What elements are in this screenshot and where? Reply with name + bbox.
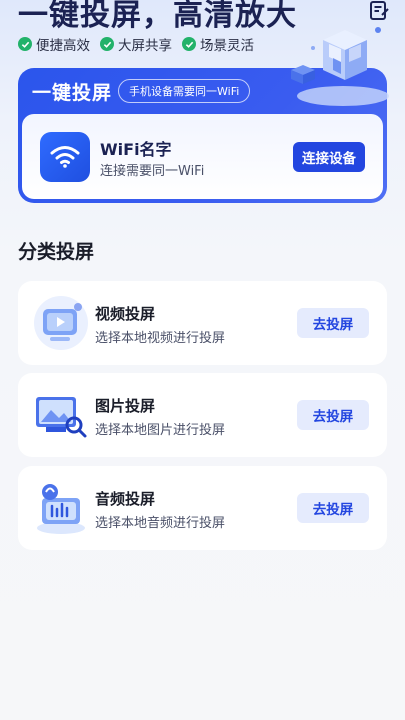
category-title: 音频投屏 — [95, 490, 156, 508]
feature-list: 便捷高效 大屏共享 场景灵活 — [18, 34, 254, 54]
cast-cube-illustration — [283, 18, 393, 110]
wifi-name: WiFi名字 — [100, 140, 172, 159]
feature-item: 便捷高效 — [18, 34, 90, 54]
wifi-panel: WiFi名字 连接需要同一WiFi 连接设备 — [22, 114, 383, 199]
hero-title: 一键投屏，高清放大 — [18, 0, 297, 33]
check-icon — [18, 37, 32, 51]
wifi-subtitle: 连接需要同一WiFi — [100, 164, 205, 179]
cast-video-button[interactable]: 去投屏 — [297, 308, 369, 338]
category-card-video[interactable]: 视频投屏 选择本地视频进行投屏 去投屏 — [18, 281, 387, 365]
feature-item: 大屏共享 — [100, 34, 172, 54]
feature-label: 场景灵活 — [200, 38, 254, 54]
check-icon — [182, 37, 196, 51]
category-title: 视频投屏 — [95, 305, 156, 323]
category-card-image[interactable]: 图片投屏 选择本地图片进行投屏 去投屏 — [18, 373, 387, 457]
cast-image-button[interactable]: 去投屏 — [297, 400, 369, 430]
wifi-icon — [40, 132, 90, 182]
category-title: 图片投屏 — [95, 397, 156, 415]
audio-cast-icon — [28, 476, 94, 540]
check-icon — [100, 37, 114, 51]
image-cast-icon — [28, 383, 94, 447]
category-subtitle: 选择本地音频进行投屏 — [95, 516, 226, 531]
section-title: 分类投屏 — [18, 241, 95, 263]
category-subtitle: 选择本地视频进行投屏 — [95, 331, 226, 346]
category-subtitle: 选择本地图片进行投屏 — [95, 423, 226, 438]
category-card-audio[interactable]: 音频投屏 选择本地音频进行投屏 去投屏 — [18, 466, 387, 550]
video-cast-icon — [28, 291, 94, 355]
cast-title: 一键投屏 — [32, 82, 113, 104]
feature-label: 便捷高效 — [36, 38, 90, 54]
cast-audio-button[interactable]: 去投屏 — [297, 493, 369, 523]
wifi-tip-badge: 手机设备需要同一WiFi — [118, 79, 251, 103]
feature-label: 大屏共享 — [118, 38, 172, 54]
connect-device-button[interactable]: 连接设备 — [293, 142, 365, 172]
feature-item: 场景灵活 — [182, 34, 254, 54]
